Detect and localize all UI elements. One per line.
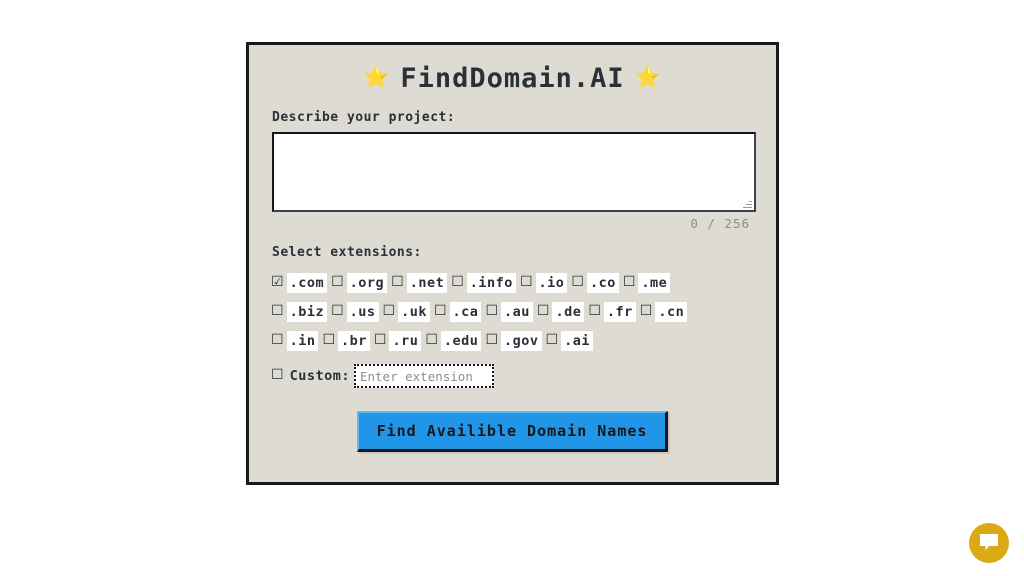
extension-label: .fr [603,301,636,322]
checkbox-icon[interactable]: ☐ [485,304,498,318]
extension-checkbox-org[interactable]: ☐ .org [331,272,388,293]
extension-checkbox-info[interactable]: ☐ .info [451,272,516,293]
extension-label: .ru [389,330,422,351]
checkbox-icon[interactable]: ☐ [425,333,438,347]
custom-checkbox-icon[interactable]: ☐ [271,368,284,382]
select-extensions-label: Select extensions: [272,245,422,260]
checkbox-icon[interactable]: ☐ [451,275,464,289]
custom-extension-input[interactable] [353,364,494,388]
extension-label: .au [501,301,533,322]
extension-checkbox-ru[interactable]: ☐ .ru [374,330,422,351]
extension-checkbox-au[interactable]: ☐ .au [485,301,533,322]
checkbox-icon[interactable]: ☐ [546,333,559,347]
extension-label: .io [535,272,568,293]
find-domains-button[interactable]: Find Availible Domain Names [356,411,669,452]
extension-checkbox-gov[interactable]: ☐ .gov [485,330,542,351]
star-icon-left: ⭐ [363,65,391,89]
checkbox-icon[interactable]: ☐ [383,304,396,318]
extension-label: .biz [286,301,328,322]
extension-checkbox-group: ☑ .com ☐ .org ☐ .net ☐ .info ☐ .io ☐ .co [249,260,776,355]
extension-checkbox-io[interactable]: ☐ .io [520,272,568,293]
extension-checkbox-net[interactable]: ☐ .net [391,272,448,293]
custom-extension-row: ☐ Custom: [249,355,776,391]
checkbox-icon[interactable]: ☐ [434,304,447,318]
checkbox-icon[interactable]: ☐ [331,304,344,318]
extension-label: .org [346,272,388,293]
app-title-text: FindDomain.AI [400,63,625,94]
extension-checkbox-de[interactable]: ☐ .de [537,301,585,322]
extension-label: .in [286,330,319,351]
extension-row: ☑ .com ☐ .org ☐ .net ☐ .info ☐ .io ☐ .co [271,268,776,297]
describe-project-field-wrap [272,132,756,212]
extension-checkbox-in[interactable]: ☐ .in [271,330,319,351]
checkbox-icon[interactable]: ☑ [271,275,284,289]
page-title: ⭐ FindDomain.AI ⭐ [249,45,776,94]
extension-checkbox-ai[interactable]: ☐ .ai [546,330,593,351]
checkbox-icon[interactable]: ☐ [374,333,387,347]
extension-label: .gov [501,330,542,351]
checkbox-icon[interactable]: ☐ [588,304,601,318]
extension-row: ☐ .biz ☐ .us ☐ .uk ☐ .ca ☐ .au ☐ .de ☐ .… [271,297,776,326]
checkbox-icon[interactable]: ☐ [271,304,284,318]
extension-label: .cn [655,301,688,322]
extension-label: .de [552,301,585,322]
chat-bubble-icon [980,534,998,551]
checkbox-icon[interactable]: ☐ [520,275,533,289]
extension-label: .br [338,330,370,351]
extension-label: .uk [398,301,430,322]
extension-checkbox-ca[interactable]: ☐ .ca [434,301,482,322]
checkbox-icon[interactable]: ☐ [571,275,584,289]
extension-row: ☐ .in ☐ .br ☐ .ru ☐ .edu ☐ .gov ☐ .ai [271,326,776,355]
checkbox-icon[interactable]: ☐ [331,275,344,289]
describe-project-input[interactable] [272,132,756,212]
domain-finder-panel: ⭐ FindDomain.AI ⭐ Describe your project: 0… [246,42,779,485]
character-counter: 0 / 256 [690,216,750,231]
extension-checkbox-br[interactable]: ☐ .br [322,330,370,351]
checkbox-icon[interactable]: ☐ [640,304,653,318]
checkbox-icon[interactable]: ☐ [271,333,284,347]
chat-widget-button[interactable] [969,523,1009,563]
star-icon-right: ⭐ [634,65,662,89]
extension-checkbox-co[interactable]: ☐ .co [571,272,619,293]
describe-project-label: Describe your project: [272,110,456,125]
checkbox-icon[interactable]: ☐ [537,304,550,318]
extension-label: .me [638,272,671,293]
checkbox-icon[interactable]: ☐ [322,333,335,347]
extension-checkbox-me[interactable]: ☐ .me [623,272,671,293]
extension-label: .net [406,272,448,293]
extension-label: .co [586,272,619,293]
extension-label: .info [466,272,516,293]
extension-label: .edu [440,330,482,351]
extension-checkbox-us[interactable]: ☐ .us [331,301,379,322]
checkbox-icon[interactable]: ☐ [485,333,498,347]
extension-checkbox-cn[interactable]: ☐ .cn [640,301,688,322]
extension-label: .ai [561,330,593,351]
submit-row: Find Availible Domain Names [249,391,776,452]
custom-extension-label: Custom: [289,368,350,384]
extension-label: .us [346,301,379,322]
extension-label: .ca [449,301,482,322]
extension-checkbox-com[interactable]: ☑ .com [271,272,328,293]
checkbox-icon[interactable]: ☐ [391,275,404,289]
extension-checkbox-fr[interactable]: ☐ .fr [588,301,636,322]
extension-label: .com [286,272,328,293]
checkbox-icon[interactable]: ☐ [623,275,636,289]
extension-checkbox-uk[interactable]: ☐ .uk [383,301,430,322]
extension-checkbox-edu[interactable]: ☐ .edu [425,330,482,351]
extension-checkbox-biz[interactable]: ☐ .biz [271,301,328,322]
